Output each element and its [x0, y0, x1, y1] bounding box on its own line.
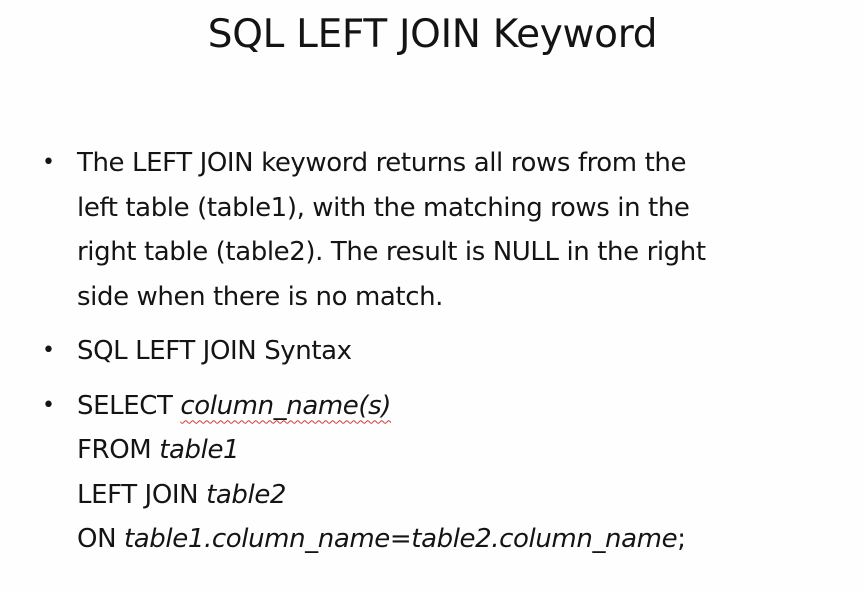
- description-line-1: The LEFT JOIN keyword returns all rows f…: [77, 148, 687, 178]
- syntax-on-line: ON table1.column_name=table2.column_name…: [77, 517, 836, 562]
- on-keyword: ON: [77, 524, 124, 554]
- description-line-3: right table (table2). The result is NULL…: [77, 237, 706, 267]
- from-keyword: FROM: [77, 435, 160, 465]
- syntax-heading-text: SQL LEFT JOIN Syntax: [77, 336, 352, 366]
- select-keyword: SELECT: [77, 390, 181, 421]
- description-line-2: left table (table1), with the matching r…: [77, 192, 690, 223]
- bullet-description: • The LEFT JOIN keyword returns all rows…: [36, 141, 836, 319]
- slide-title: SQL LEFT JOIN Keyword: [207, 12, 658, 57]
- join-keyword: LEFT JOIN: [77, 479, 207, 510]
- description-line-4: side when there is no match.: [77, 281, 444, 312]
- select-argument: column_name(s): [180, 390, 392, 421]
- statement-terminator: ;: [677, 524, 686, 554]
- syntax-from-line: FROM table1: [77, 428, 836, 473]
- bullet-syntax-heading: • SQL LEFT JOIN Syntax: [36, 329, 836, 374]
- on-argument: table1.column_name=table2.column_name: [123, 524, 678, 554]
- from-argument: table1: [159, 435, 240, 465]
- syntax-select-line: SELECT column_name(s): [77, 384, 836, 429]
- join-argument: table2: [206, 479, 287, 510]
- bullet-dot-icon: •: [42, 150, 55, 175]
- slide: SQL LEFT JOIN Keyword • The LEFT JOIN ke…: [0, 0, 865, 592]
- bullet-dot-icon: •: [42, 338, 55, 363]
- syntax-join-line: LEFT JOIN table2: [77, 473, 836, 518]
- bullet-syntax-code: • SELECT column_name(s) FROM table1 LEFT…: [36, 384, 836, 562]
- bullet-list: • The LEFT JOIN keyword returns all rows…: [36, 141, 836, 562]
- bullet-dot-icon: •: [42, 392, 55, 418]
